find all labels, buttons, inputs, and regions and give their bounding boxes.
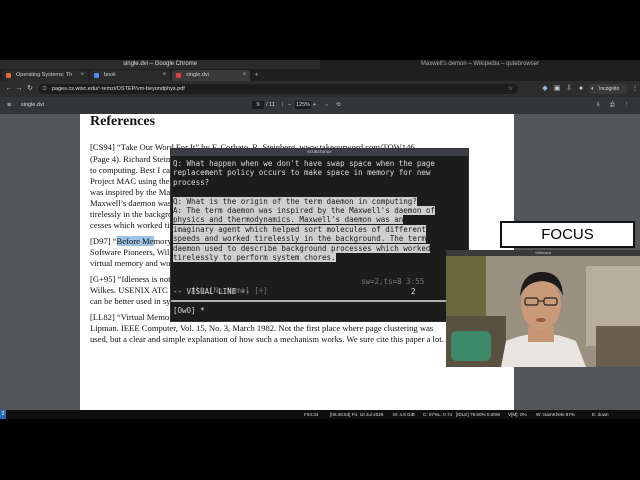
reload-icon[interactable]: ↻ xyxy=(25,84,35,94)
vim-line-text: daemon used to describe background proce… xyxy=(173,243,431,253)
vim-mode: -- VISUAL LINE -- xyxy=(173,287,250,296)
incognito-icon: ◐ xyxy=(591,86,595,92)
tab-label: Operating Systems: Th xyxy=(16,72,73,78)
vim-line-text: Q: What happen when we don't have swap s… xyxy=(173,159,435,168)
address-bar[interactable]: ⊙ pages.cs.wisc.edu/~remzi/OSTEP/vm-beyo… xyxy=(38,84,518,94)
vim-line[interactable]: imaginary agent which helped sort molecu… xyxy=(173,224,426,234)
new-tab-button[interactable]: + xyxy=(252,70,264,81)
tab-label: single.dvi xyxy=(186,72,209,78)
page-total: / 11 xyxy=(266,102,275,108)
vim-line[interactable]: replacement policy occurs to make space … xyxy=(173,168,430,177)
vim-selection-count: 2 xyxy=(411,287,416,296)
status-segment: W: IsamKhele 87% xyxy=(536,412,575,417)
url-text: pages.cs.wisc.edu/~remzi/OSTEP/vm-beyond… xyxy=(52,86,185,92)
status-segment: C: 07% xyxy=(423,412,439,417)
download-icon[interactable]: ⇩ xyxy=(564,84,574,94)
status-segment: [IDLE] 79.60% 0.00W xyxy=(456,412,501,417)
system-statusbar: F04:34 [06:46:53] Fri, 10 Jul 2026 M: 4.8 … xyxy=(0,410,640,419)
star-icon[interactable]: ☆ xyxy=(508,84,513,94)
vim-line[interactable]: daemon used to describe background proce… xyxy=(173,243,431,253)
focus-label: FOCUS xyxy=(500,221,635,248)
webcam-feed: Webcam xyxy=(446,250,640,367)
terminal-title: scratchmux xyxy=(171,149,468,156)
pdf-title: single.dvi xyxy=(21,102,44,108)
desktop-bottom-margin xyxy=(0,419,640,480)
tab-favicon-icon xyxy=(94,73,99,78)
close-icon[interactable]: × xyxy=(80,70,84,81)
terminal-window[interactable]: scratchmux Q: What happen when we don't … xyxy=(170,148,469,322)
back-icon[interactable]: ← xyxy=(4,84,14,94)
vim-line[interactable]: speeds and worked tirelessly in the back… xyxy=(173,234,426,244)
vim-line[interactable]: A: The term daemon was inspired by the M… xyxy=(173,206,435,215)
vim-status-right: sw=2,ts=8 3:55 xyxy=(361,277,425,286)
vim-line-text: physics and thermodynamics. Maxwell's da… xyxy=(173,215,404,225)
hamburger-icon[interactable]: ≡ xyxy=(7,102,11,109)
zoom-in-icon[interactable]: + xyxy=(313,102,316,108)
page-number-input[interactable]: 9 xyxy=(252,101,264,109)
tab-book[interactable]: book × xyxy=(90,70,170,81)
tab-favicon-icon xyxy=(176,73,181,78)
desktop-top-margin xyxy=(0,0,640,60)
close-icon[interactable]: × xyxy=(162,70,166,81)
vim-line[interactable]: Q: What happen when we don't have swap s… xyxy=(173,159,435,168)
rotate-icon[interactable]: ⟲ xyxy=(336,102,341,108)
vim-line-text: imaginary agent which helped sort molecu… xyxy=(173,224,426,234)
reference-line: Lipman. IEEE Computer, Vol. 15, No. 3, M… xyxy=(90,323,434,333)
download-icon[interactable]: ⇩ xyxy=(596,102,601,108)
vim-line-text: A: The term daemon was inspired by the M… xyxy=(173,206,435,215)
tmux-prompt[interactable]: [OwO] * xyxy=(173,306,205,315)
vim-line[interactable]: process? xyxy=(173,178,209,187)
vim-line-text: process? xyxy=(173,177,210,187)
tab-operating-systems[interactable]: Operating Systems: Th × xyxy=(2,70,88,81)
puzzle-icon[interactable]: ▣ xyxy=(552,84,562,94)
incognito-badge[interactable]: ◐ Incognito xyxy=(588,84,628,94)
tab-strip: Operating Systems: Th × book × single.dv… xyxy=(0,69,640,81)
tab-favicon-icon xyxy=(6,73,11,78)
webcam-image xyxy=(446,256,640,367)
status-segment: E: down xyxy=(592,412,609,417)
close-icon[interactable]: × xyxy=(242,70,246,81)
chrome-window-title: single.dvi – Google Chrome xyxy=(0,60,320,69)
tmux-separator xyxy=(171,300,468,302)
status-segment: [06:46:53] Fri, 10 Jul 2026 xyxy=(330,412,384,417)
more-options-icon[interactable]: ⋮ xyxy=(624,102,630,108)
pdf-toolbar: ≡ single.dvi 9 / 11 | – 125% + ⇔ ⟲ ⇩ ⎙ ⋮ xyxy=(0,97,640,114)
menu-icon[interactable]: ⋮ xyxy=(630,84,640,94)
qutebrowser-window-title: Maxwell's demon – Wikipedia – qutebrowse… xyxy=(320,60,640,69)
print-icon[interactable]: ⎙ xyxy=(610,102,614,109)
site-info-icon[interactable]: ⊙ xyxy=(42,84,47,94)
tab-label: book xyxy=(104,72,116,78)
vim-line[interactable]: tirelessly to perform system chores. xyxy=(173,253,336,262)
status-segment: F04:34 xyxy=(304,412,319,417)
page-heading: References xyxy=(90,114,156,129)
forward-icon[interactable]: → xyxy=(14,84,24,94)
status-segment: V[M]: 0% xyxy=(508,412,527,417)
status-segment: M: 4.8 GiB xyxy=(393,412,415,417)
extension-icon[interactable]: ◆ xyxy=(540,84,550,94)
profile-icon[interactable]: ● xyxy=(576,84,586,94)
vim-line-text: replacement policy occurs to make space … xyxy=(173,168,431,178)
vim-line-text: Q: What is the origin of the term daemon… xyxy=(173,196,417,206)
workspace-indicator[interactable]: 2 xyxy=(0,410,6,419)
zoom-out-icon[interactable]: – xyxy=(288,102,291,108)
zoom-input[interactable]: 125% xyxy=(295,101,311,109)
vim-line[interactable]: Q: What is the origin of the term daemon… xyxy=(173,196,417,206)
reference-line: used, but a clear and simple explanation… xyxy=(90,334,444,344)
text-selection-highlight: Before Me xyxy=(116,236,154,246)
incognito-label: Incognito xyxy=(599,86,620,92)
vim-line-text: tirelessly to perform system chores. xyxy=(173,253,336,262)
vim-line-text: speeds and worked tirelessly in the back… xyxy=(173,234,426,244)
fit-page-icon[interactable]: ⇔ xyxy=(324,102,330,108)
tab-single-dvi[interactable]: single.dvi × xyxy=(172,70,250,81)
status-segment: L: 0.74 xyxy=(438,412,453,417)
vim-line[interactable]: physics and thermodynamics. Maxwell's da… xyxy=(173,215,404,225)
